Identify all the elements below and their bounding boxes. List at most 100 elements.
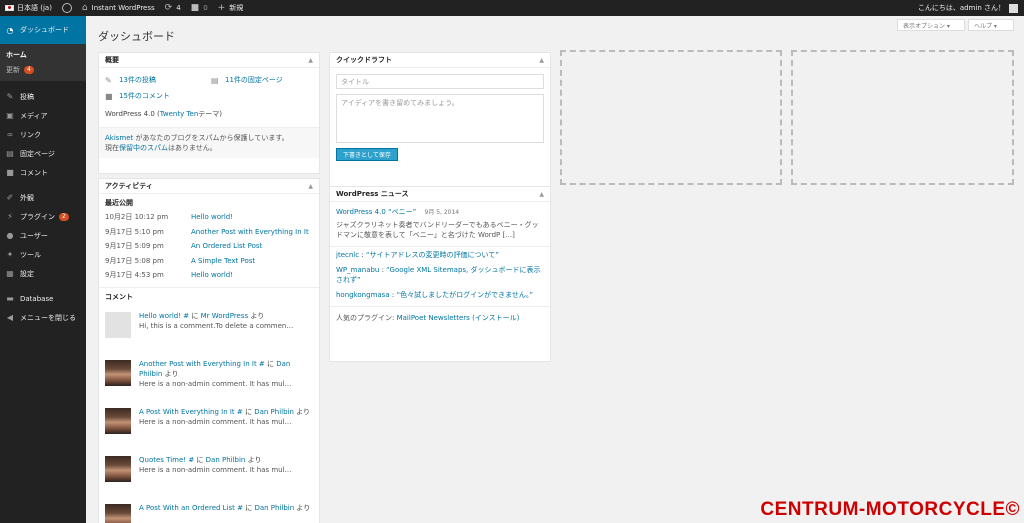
comment-author-link[interactable]: Dan Philbin xyxy=(254,408,294,416)
empty-widget-area xyxy=(791,50,1014,185)
news-link-item[interactable]: jtecnlc : “サイトアドレスの変更時の評価について” xyxy=(330,250,550,260)
news-title-link[interactable]: “色々試しましたがログインができません。” xyxy=(396,291,533,299)
user-icon: ● xyxy=(6,231,14,240)
empty-widget-area xyxy=(560,50,782,185)
sidebar-item-links[interactable]: ∞ リンク xyxy=(0,125,86,144)
new-content-link[interactable]: + 新規 xyxy=(213,0,249,16)
comments-link[interactable]: ■ 0 xyxy=(186,0,213,16)
post-title-link[interactable]: An Ordered List Post xyxy=(191,242,262,250)
post-title-link[interactable]: Hello world! xyxy=(191,213,233,221)
pages-count-link[interactable]: 11件の固定ページ xyxy=(225,75,283,85)
language-switcher[interactable]: 日本語 (ja) xyxy=(0,0,57,16)
sidebar-item-label: コメント xyxy=(20,168,48,177)
comment-post-link[interactable]: Hello world! # xyxy=(139,312,189,320)
comment-by: に xyxy=(243,503,255,512)
avatar xyxy=(105,359,131,386)
save-draft-button[interactable]: 下書きとして保存 xyxy=(336,148,398,161)
recent-post-row: 9月17日 4:53 pm Hello world! xyxy=(99,268,319,283)
avatar xyxy=(105,407,131,434)
comments-count-link[interactable]: 15件のコメント xyxy=(119,91,170,101)
plugin-icon: ⚡ xyxy=(7,212,13,221)
comment-body: Quotes Time! # に Dan Philbin より Here is a… xyxy=(139,455,292,475)
sidebar-item-tools[interactable]: ✦ ツール xyxy=(0,245,86,264)
comment-excerpt: Here is a non-admin comment. It has mul… xyxy=(139,465,292,474)
site-name-label: Instant WordPress xyxy=(91,4,155,12)
post-title-link[interactable]: Hello world! xyxy=(191,271,233,279)
comment-tail: より xyxy=(245,455,262,464)
widget-header[interactable]: 概要 ▲ xyxy=(99,53,319,68)
akismet-text: があなたのブログをスパムから保護しています。 xyxy=(133,134,289,142)
spam-prefix: 現在 xyxy=(105,144,119,152)
news-headline-link[interactable]: WordPress 4.0 “ベニー” xyxy=(336,208,416,216)
news-links-list: jtecnlc : “サイトアドレスの変更時の評価について” WP_manabu … xyxy=(330,250,550,300)
refresh-icon: ⟳ xyxy=(164,3,173,13)
my-account[interactable]: こんにちは、admin さん！ xyxy=(918,3,1024,13)
sidebar-item-label: メディア xyxy=(20,111,48,120)
sidebar-item-media[interactable]: ▣ メディア xyxy=(0,106,86,125)
wordpress-news-widget: WordPress ニュース ▲ WordPress 4.0 “ベニー” 9月 … xyxy=(329,186,551,362)
help-button[interactable]: ヘルプ ▾ xyxy=(968,19,1014,31)
sidebar-item-posts[interactable]: ✎ 投稿 xyxy=(0,87,86,106)
site-name-link[interactable]: ⌂ Instant WordPress xyxy=(77,0,160,16)
greeting: こんにちは、admin さん！ xyxy=(917,4,1005,12)
news-link-item[interactable]: hongkongmasa : “色々試しましたがログインができません。” xyxy=(330,290,550,300)
sidebar-item-plugins[interactable]: ⚡ プラグイン 2 xyxy=(0,207,86,226)
sidebar-item-settings[interactable]: ▦ 設定 xyxy=(0,264,86,283)
news-link-item[interactable]: WP_manabu : “Google XML Sitemaps, ダッシュボー… xyxy=(330,265,550,285)
screen-options-button[interactable]: 表示オプション ▾ xyxy=(897,19,965,31)
sidebar-item-label: プラグイン xyxy=(20,212,55,221)
sidebar-item-users[interactable]: ● ユーザー xyxy=(0,226,86,245)
widget-header[interactable]: WordPress ニュース ▲ xyxy=(330,187,550,202)
collapse-menu-button[interactable]: ◀ メニューを閉じる xyxy=(0,308,86,327)
sidebar-subitem-updates[interactable]: 更新 4 xyxy=(0,62,86,77)
comment-item: Hello world! # に Mr WordPress より Hi, this… xyxy=(99,306,319,354)
widget-header[interactable]: クイックドラフト ▲ xyxy=(330,53,550,68)
sidebar-subitem-home[interactable]: ホーム xyxy=(0,47,86,62)
post-title-link[interactable]: Another Post with Everything In It xyxy=(191,228,309,236)
widget-header[interactable]: アクティビティ ▲ xyxy=(99,179,319,194)
posts-count-link[interactable]: 13件の投稿 xyxy=(119,75,211,85)
link-icon: ∞ xyxy=(6,130,14,139)
post-date: 9月17日 4:53 pm xyxy=(105,271,164,280)
draft-content-textarea[interactable]: アイディアを書き留めてみましょう。 xyxy=(336,94,544,143)
collapse-toggle-icon[interactable]: ▲ xyxy=(539,57,544,64)
collapse-toggle-icon[interactable]: ▲ xyxy=(308,183,313,190)
sidebar-item-appearance[interactable]: ✐ 外観 xyxy=(0,188,86,207)
plugin-prefix: 人気のプラグイン: xyxy=(336,314,397,322)
news-excerpt: ジャズクラリネット奏者でバンドリーダーでもあるベニー・グッドマンに敬意を表して「… xyxy=(336,221,539,239)
news-title-link[interactable]: “サイトアドレスの変更時の評価について” xyxy=(366,251,499,259)
plugin-install-link[interactable]: (インストール) xyxy=(470,314,519,322)
comment-post-link[interactable]: Another Post with Everything In It # xyxy=(139,360,265,368)
comment-body: Another Post with Everything In It # に D… xyxy=(139,359,313,389)
sidebar-item-dashboard[interactable]: ◔ ダッシュボード xyxy=(0,16,86,44)
updates-link[interactable]: ⟳ 4 xyxy=(160,0,186,16)
collapse-toggle-icon[interactable]: ▲ xyxy=(308,57,313,64)
comment-post-link[interactable]: A Post With an Ordered List # xyxy=(139,504,243,512)
sidebar-item-database[interactable]: ▬ Database xyxy=(0,289,86,308)
theme-link[interactable]: Twenty Ten xyxy=(160,110,199,118)
draft-title-input[interactable]: タイトル xyxy=(336,74,544,89)
comment-post-link[interactable]: Quotes Time! # xyxy=(139,456,194,464)
plugin-name-link[interactable]: MailPoet Newsletters xyxy=(397,314,470,322)
activity-widget: アクティビティ ▲ 最近公開 10月2日 10:12 pm Hello world… xyxy=(98,178,320,523)
news-author[interactable]: jtecnlc xyxy=(336,251,359,259)
akismet-link[interactable]: Akismet xyxy=(105,134,133,142)
wp-logo-menu[interactable] xyxy=(57,0,77,16)
news-author[interactable]: hongkongmasa xyxy=(336,291,390,299)
comment-author-link[interactable]: Dan Philbin xyxy=(206,456,246,464)
post-title-link[interactable]: A Simple Text Post xyxy=(191,257,255,265)
spam-queue-link[interactable]: 保留中のスパム xyxy=(119,144,168,152)
comment-author-link[interactable]: Mr WordPress xyxy=(201,312,249,320)
page-icon: ▤ xyxy=(6,149,14,158)
recent-post-row: 10月2日 10:12 pm Hello world! xyxy=(99,210,319,225)
sidebar-item-label: Database xyxy=(20,294,54,303)
comment-author-link[interactable]: Dan Philbin xyxy=(254,504,294,512)
version-suffix: テーマ) xyxy=(198,110,222,118)
sidebar-item-comments[interactable]: ■ コメント xyxy=(0,163,86,182)
news-author[interactable]: WP_manabu xyxy=(336,266,379,274)
comment-post-link[interactable]: A Post With Everything In It # xyxy=(139,408,243,416)
sidebar-item-pages[interactable]: ▤ 固定ページ xyxy=(0,144,86,163)
comment-body: A Post With an Ordered List # に Dan Phil… xyxy=(139,503,310,513)
dashboard-icon: ◔ xyxy=(6,25,14,35)
collapse-toggle-icon[interactable]: ▲ xyxy=(539,191,544,198)
